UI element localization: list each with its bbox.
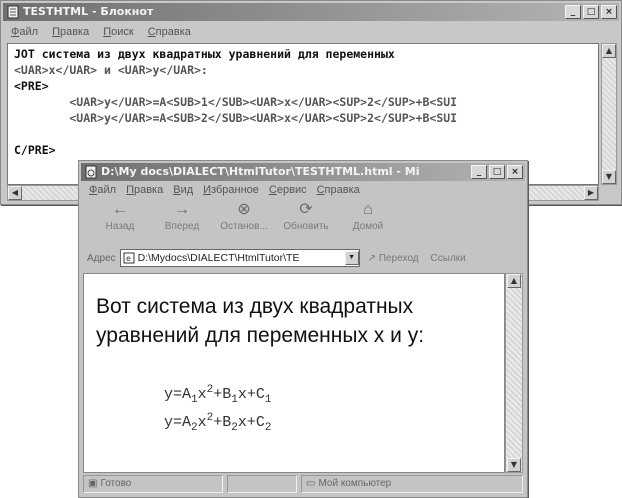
browser-vertical-scrollbar[interactable]: ▲ ▼ — [505, 273, 523, 473]
browser-title: D:\My docs\DIALECT\HtmlTutor\TESTHTML.ht… — [101, 165, 420, 178]
formula-sub: 2 — [264, 422, 272, 434]
scroll-up-icon[interactable]: ▲ — [602, 44, 616, 58]
menu-file[interactable]: Файл — [11, 23, 38, 41]
text-line: <UAR>y</UAR>=A<SUB>2</SUB><UAR>x</UAR><S… — [14, 111, 458, 125]
forward-label: Вперед — [164, 221, 200, 232]
menu-favorites[interactable]: Избранное — [203, 181, 259, 199]
formula-text: x+C — [237, 386, 265, 403]
formula-text: y=A — [164, 414, 192, 431]
status-empty — [227, 475, 297, 493]
text-line: <PRE> — [14, 79, 49, 93]
formula-text: +B — [213, 386, 232, 403]
menu-tools[interactable]: Сервис — [269, 181, 307, 199]
notepad-menubar: Файл Правка Поиск Справка — [5, 23, 617, 41]
browser-titlebar[interactable]: D:\My docs\DIALECT\HtmlTutor\TESTHTML.ht… — [81, 163, 525, 181]
formula-1: y=A1x2+B1x+C1 — [164, 384, 272, 406]
minimize-button[interactable]: _ — [471, 165, 487, 179]
formula-sub: 1 — [191, 394, 198, 406]
refresh-label: Обновить — [283, 221, 329, 232]
browser-window: D:\My docs\DIALECT\HtmlTutor\TESTHTML.ht… — [78, 160, 528, 498]
ie-page-icon: ▣ — [88, 478, 98, 489]
go-button[interactable]: ↗ Переход — [364, 253, 423, 264]
browser-toolbar: ← Назад → Вперед ⊗ Останов... ⟳ Обновить… — [83, 199, 523, 241]
notepad-vertical-scrollbar[interactable]: ▲ ▼ — [601, 43, 617, 185]
refresh-icon: ⟳ — [299, 201, 313, 218]
formula-sub: 1 — [264, 394, 272, 406]
scroll-up-icon[interactable]: ▲ — [507, 274, 521, 288]
text-line: ЈОТ система из двух квадратных уравнений… — [14, 47, 395, 61]
formula-text: x — [197, 386, 207, 403]
go-arrow-icon: ↗ — [367, 252, 377, 264]
status-ready-text: Готово — [100, 478, 132, 489]
status-ready: ▣ Готово — [83, 475, 223, 493]
back-button[interactable]: ← Назад — [91, 199, 149, 241]
browser-menubar: Файл Правка Вид Избранное Сервис Справка — [83, 181, 523, 199]
formula-text: x — [197, 414, 207, 431]
status-zone: ▭ Мой компьютер — [301, 475, 523, 493]
address-value: D:\Mydocs\DIALECT\HtmlTutor\TE — [137, 252, 300, 264]
back-arrow-icon: ← — [112, 201, 128, 218]
menu-file[interactable]: Файл — [89, 181, 116, 199]
home-button[interactable]: ⌂ Домой — [339, 199, 397, 241]
close-button[interactable]: × — [507, 165, 523, 179]
svg-text:e: e — [126, 254, 131, 263]
home-label: Домой — [352, 221, 384, 232]
menu-edit[interactable]: Правка — [126, 181, 163, 199]
status-bar: ▣ Готово ▭ Мой компьютер — [83, 475, 523, 493]
back-label: Назад — [105, 221, 135, 232]
status-zone-text: Мой компьютер — [318, 478, 392, 489]
scroll-right-icon[interactable]: ▶ — [584, 186, 598, 200]
menu-view[interactable]: Вид — [173, 181, 193, 199]
text-line: <UAR>y</UAR>=A<SUB>1</SUB><UAR>x</UAR><S… — [14, 95, 458, 109]
maximize-button[interactable]: □ — [583, 5, 599, 19]
menu-edit[interactable]: Правка — [52, 23, 89, 41]
stop-label: Останов... — [220, 221, 268, 232]
scroll-down-icon[interactable]: ▼ — [602, 170, 616, 184]
formula-sub: 2 — [191, 422, 198, 434]
menu-help[interactable]: Справка — [317, 181, 360, 199]
scroll-left-icon[interactable]: ◀ — [8, 186, 22, 200]
notepad-icon — [7, 5, 19, 19]
scroll-down-icon[interactable]: ▼ — [507, 458, 521, 472]
address-label: Адрес — [87, 252, 116, 264]
maximize-button[interactable]: □ — [489, 165, 505, 179]
page-content: Вот система из двух квадратных уравнений… — [83, 273, 505, 473]
formula-2: y=A2x2+B2x+C2 — [164, 412, 272, 434]
menu-help[interactable]: Справка — [148, 23, 191, 41]
address-input[interactable]: e D:\Mydocs\DIALECT\HtmlTutor\TE ▼ — [119, 249, 360, 267]
formula-text: +B — [213, 414, 232, 431]
notepad-title: TESTHTML - Блокнот — [23, 5, 154, 18]
go-label: Переход — [378, 252, 419, 264]
formula-sub: 2 — [231, 422, 238, 434]
menu-search[interactable]: Поиск — [103, 23, 133, 41]
page-paragraph: Вот система из двух квадратных уравнений… — [96, 295, 425, 347]
forward-button[interactable]: → Вперед — [153, 199, 211, 241]
notepad-titlebar[interactable]: TESTHTML - Блокнот _ □ × — [3, 3, 619, 21]
stop-icon: ⊗ — [237, 201, 251, 218]
formula-sub: 1 — [231, 394, 238, 406]
text-line: C/PRE> — [14, 143, 56, 157]
text-line — [14, 126, 598, 142]
minimize-button[interactable]: _ — [565, 5, 581, 19]
forward-arrow-icon: → — [174, 201, 190, 218]
ie-page-icon: e — [123, 252, 135, 264]
home-icon: ⌂ — [363, 201, 373, 218]
address-bar: Адрес e D:\Mydocs\DIALECT\HtmlTutor\TE ▼… — [83, 247, 523, 269]
refresh-button[interactable]: ⟳ Обновить — [277, 199, 335, 241]
close-button[interactable]: × — [601, 5, 617, 19]
stop-button[interactable]: ⊗ Останов... — [215, 199, 273, 241]
chevron-down-icon[interactable]: ▼ — [344, 251, 359, 265]
links-button[interactable]: Ссылки — [427, 253, 470, 264]
ie-page-icon — [85, 165, 97, 179]
computer-icon: ▭ — [306, 478, 316, 489]
text-line: <UAR>x</UAR> и <UAR>y</UAR>: — [14, 63, 208, 77]
formula-text: x+C — [237, 414, 265, 431]
formula-text: y=A — [164, 386, 192, 403]
